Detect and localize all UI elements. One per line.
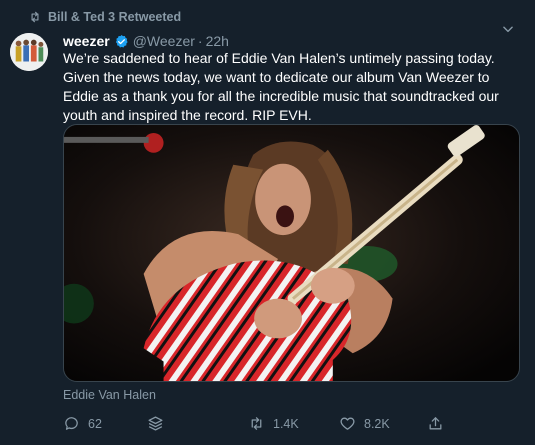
retweet-icon (251, 417, 262, 430)
tweet-timestamp[interactable]: 22h (206, 33, 229, 49)
share-button[interactable] (427, 415, 444, 432)
author-handle[interactable]: @Weezer (133, 33, 195, 49)
verified-badge-icon (115, 34, 128, 47)
retweet-context-label: Bill & Ted 3 Retweeted (48, 10, 182, 24)
chevron-down-icon[interactable] (501, 22, 515, 36)
tweet-media[interactable] (63, 124, 520, 382)
retweet-button[interactable]: 1.4K (248, 415, 299, 432)
reply-icon (65, 417, 78, 430)
header-separator: · (197, 33, 203, 49)
media-caption: Eddie Van Halen (63, 388, 156, 402)
avatar[interactable] (10, 33, 48, 71)
media-photo (64, 125, 519, 381)
retweet-context[interactable]: Bill & Ted 3 Retweeted (28, 10, 181, 24)
tweet-header: weezer @Weezer · 22h (63, 33, 229, 49)
author-name[interactable]: weezer (63, 33, 110, 49)
retweet-icon (31, 11, 39, 23)
retweet-count: 1.4K (273, 416, 299, 431)
reply-count: 62 (88, 416, 102, 431)
reply-button[interactable]: 62 (63, 415, 102, 432)
like-button[interactable]: 8.2K (339, 415, 390, 432)
share-icon (429, 417, 442, 430)
heart-icon (340, 417, 355, 430)
like-count: 8.2K (364, 416, 390, 431)
tweet-text: We’re saddened to hear of Eddie Van Hale… (63, 50, 499, 123)
avatar-image (10, 33, 48, 71)
layers-icon (148, 416, 163, 431)
layers-button[interactable] (147, 415, 164, 432)
